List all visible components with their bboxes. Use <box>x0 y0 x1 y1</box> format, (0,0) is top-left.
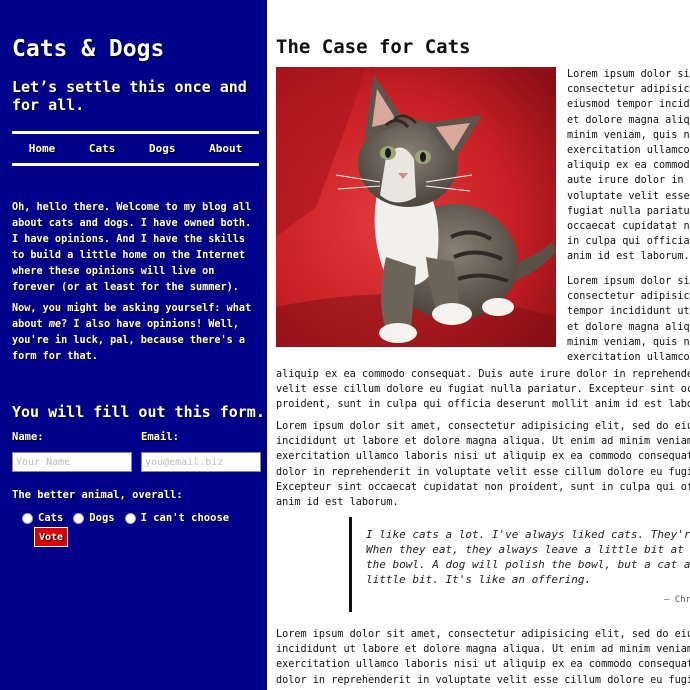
animal-radio-group: Cats Dogs I can't choose <box>22 512 239 524</box>
article-paragraph-2-full: aliquip ex ea commodo consequat. Duis au… <box>276 367 690 413</box>
text-line: Excepteur sint occaecat cupidatat non pr… <box>276 481 690 493</box>
text-line: exercitation ullamco laboris nisi <box>567 144 690 156</box>
quote-line: When they eat, they always leave a littl… <box>366 543 690 556</box>
text-line: exercitation ullamco laboris nisi ut ali… <box>276 659 690 671</box>
text-line: Lorem ipsum dolor sit amet, consectetur … <box>276 421 690 432</box>
pull-quote: I like cats a lot. I've always liked cat… <box>349 517 690 612</box>
article-paragraph-1-wrapped: Lorem ipsum dolor sit amet, consectetur a… <box>567 67 690 264</box>
site-title: Cats & Dogs <box>12 36 165 62</box>
form-heading: You will fill out this form. <box>12 403 265 421</box>
kitten-photo-illustration <box>276 67 556 347</box>
radio-label-cats: Cats <box>38 512 64 524</box>
text-line: dolor in reprehenderit in voluptate veli… <box>276 466 690 478</box>
article-paragraph-3: Lorem ipsum dolor sit amet, consectetur … <box>276 419 690 510</box>
text-line: exercitation ullamco laboris nisi ut ali… <box>276 451 690 463</box>
vote-button[interactable]: Vote <box>34 527 68 547</box>
radio-button-cant-choose[interactable] <box>124 512 136 524</box>
quote-line: the bowl. A dog will polish the bowl, bu… <box>366 558 690 571</box>
text-line: eiusmod tempor incididunt ut labore <box>567 99 690 111</box>
text-line: in culpa qui officia deserunt <box>567 236 690 248</box>
radio-option-cant-choose[interactable]: I can't choose <box>124 512 230 524</box>
text-line: et dolore magna aliqua. Ut enim ad <box>567 114 690 126</box>
email-label: Email: <box>141 431 179 443</box>
text-line: aliquip ex ea commodo consequat. Duis au… <box>276 369 690 380</box>
radio-button-cats[interactable] <box>22 512 33 524</box>
text-line: voluptate velit esse cillum dolore <box>567 190 690 202</box>
article-paragraph-4: Lorem ipsum dolor sit amet, consectetur … <box>276 627 690 688</box>
text-line: aliquip ex ea commodo consequat. <box>567 160 690 172</box>
nav-link-about[interactable]: About <box>209 142 242 155</box>
text-line: incididunt ut labore et dolore magna ali… <box>276 644 690 656</box>
radio-button-dogs[interactable] <box>73 512 85 524</box>
animal-question-label: The better animal, overall: <box>12 489 183 501</box>
text-line: minim veniam, quis nostrud <box>567 336 690 348</box>
radio-label-cant-choose: I can't choose <box>140 512 230 524</box>
radio-label-dogs: Dogs <box>89 512 115 524</box>
nav-link-home[interactable]: Home <box>29 142 56 155</box>
quote-citation: — Chr <box>664 595 690 605</box>
name-input[interactable] <box>12 452 132 472</box>
text-line: minim veniam, quis nostrud <box>567 129 690 141</box>
text-line: consectetur adipisicing elit, sed <box>567 291 690 303</box>
radio-option-cats[interactable]: Cats <box>22 512 63 524</box>
intro-paragraph-2: Now, you might be asking yourself: what … <box>12 301 262 365</box>
text-line: occaecat cupidatat non proident, <box>567 220 690 232</box>
article-title: The Case for Cats <box>276 36 471 58</box>
text-line: consectetur adipisicing elit, sed <box>567 84 690 96</box>
text-line: anim id est laborum. <box>276 496 399 508</box>
text-line: proident, sunt in culpa qui officia dese… <box>276 399 690 411</box>
site-tagline: Let’s settle this once and for all. <box>12 78 247 114</box>
text-line: dolor in reprehenderit in voluptate veli… <box>276 674 690 686</box>
intro-paragraph-1: Oh, hello there. Welcome to my blog all … <box>12 202 252 293</box>
nav-link-dogs[interactable]: Dogs <box>149 142 176 155</box>
text-line: incididunt ut labore et dolore magna ali… <box>276 436 690 448</box>
name-label: Name: <box>12 431 44 443</box>
quote-text: I like cats a lot. I've always liked cat… <box>366 527 690 587</box>
text-line: tempor incididunt ut labore <box>567 306 690 318</box>
main-nav: Home Cats Dogs About <box>12 131 259 166</box>
email-input[interactable] <box>141 452 261 472</box>
sidebar: Cats & Dogs Let’s settle this once and f… <box>0 0 269 690</box>
quote-line: I like cats a lot. I've always liked cat… <box>366 528 690 541</box>
text-line: aute irure dolor in reprehenderit <box>567 175 690 187</box>
text-line: Lorem ipsum dolor sit amet, <box>567 69 690 80</box>
nav-link-cats[interactable]: Cats <box>89 142 116 155</box>
intro-p2-emphasis: me <box>48 319 62 330</box>
text-line: Lorem ipsum dolor sit amet, <box>567 276 690 287</box>
text-line: et dolore magna aliqua. Ut enim ad <box>567 321 690 333</box>
text-line: fugiat nulla pariatur. Excepteur <box>567 205 690 217</box>
intro-text: Oh, hello there. Welcome to my blog all … <box>12 200 262 370</box>
text-line: anim id est laborum. <box>567 251 690 263</box>
radio-option-dogs[interactable]: Dogs <box>73 512 115 524</box>
kitten-photo <box>276 67 556 347</box>
main-content: The Case for Cats Lorem ipsum dolor si c… <box>269 0 690 690</box>
text-line: exercitation ullamco laboris nisi <box>567 351 690 363</box>
article-paragraph-2-wrapped: Lorem ipsum dolor sit amet, consectetur a… <box>567 274 690 365</box>
quote-line: little bit. It's like an offering. <box>366 573 592 586</box>
text-line: velit esse cillum dolore eu fugiat nulla… <box>276 384 690 396</box>
text-line: Lorem ipsum dolor sit amet, consectetur … <box>276 629 690 640</box>
